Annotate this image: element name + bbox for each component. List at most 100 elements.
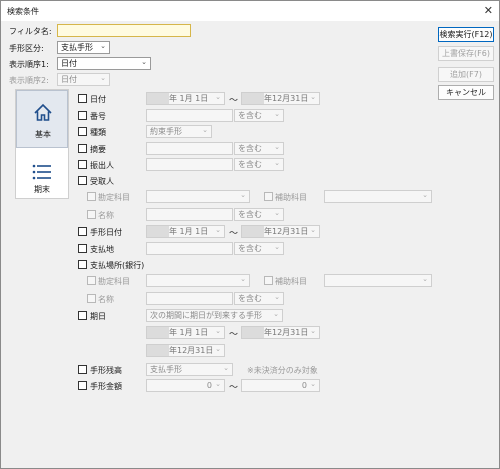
tab-basic-label: 基本 — [35, 130, 51, 139]
pay-location-account-select[interactable]: ⌄ — [146, 274, 250, 287]
issuer-checkbox[interactable] — [78, 160, 87, 169]
pay-location-account-checkbox[interactable] — [87, 276, 96, 285]
due-base-date-field[interactable]: 年12月31日 ⌄ — [146, 344, 225, 357]
payee-subaccount-select[interactable]: ⌄ — [324, 190, 432, 203]
summary-checkbox[interactable] — [78, 144, 87, 153]
payee-subaccount-checkbox[interactable] — [264, 192, 273, 201]
bill-type-label: 手形区分: — [9, 44, 44, 53]
number-input[interactable] — [146, 109, 233, 122]
chevron-down-icon: ⌄ — [223, 364, 229, 372]
tab-period-end[interactable]: 期末 — [16, 152, 68, 210]
balance-note: ※未決済分のみ対象 — [247, 366, 318, 375]
summary-label: 摘要 — [90, 145, 106, 154]
balance-value: 支払手形 — [150, 365, 182, 374]
issuer-match-value: を含む — [238, 160, 262, 169]
search-execute-button[interactable]: 検索実行(F12) — [438, 27, 494, 42]
chevron-down-icon: ⌄ — [202, 126, 208, 134]
chevron-down-icon: ⌄ — [273, 310, 279, 318]
sort-order-2-value: 日付 — [61, 75, 77, 84]
due-date-to-field[interactable]: 年12月31日 ⌄ — [241, 326, 320, 339]
number-checkbox[interactable] — [78, 111, 87, 120]
search-conditions-dialog: 検索条件 ✕ フィルタ名: 手形区分: 支払手形 ⌄ 表示順序1: 日付 ⌄ 表… — [0, 0, 500, 469]
overwrite-save-button[interactable]: 上書保存(F6) — [438, 46, 494, 61]
bill-type-select[interactable]: 支払手形 ⌄ — [57, 41, 110, 54]
due-date-from-text: 年 1月 1日 — [169, 328, 209, 337]
pay-location-subaccount-checkbox[interactable] — [264, 276, 273, 285]
summary-match-select[interactable]: を含む ⌄ — [234, 142, 284, 155]
balance-select[interactable]: 支払手形 ⌄ — [146, 363, 233, 376]
sort-order-2-select[interactable]: 日付 ⌄ — [57, 73, 110, 86]
issuer-input[interactable] — [146, 158, 233, 171]
type-checkbox[interactable] — [78, 127, 87, 136]
balance-checkbox[interactable] — [78, 365, 87, 374]
date-to-field[interactable]: 年12月31日 ⌄ — [241, 92, 320, 105]
balance-label: 手形残高 — [90, 366, 122, 375]
amount-to-input[interactable]: 0 ⌄ — [241, 379, 320, 392]
chevron-down-icon: ⌄ — [274, 143, 280, 151]
chevron-down-icon: ⌄ — [310, 380, 316, 388]
sort-order-1-select[interactable]: 日付 ⌄ — [57, 57, 151, 70]
window-title: 検索条件 — [7, 7, 39, 16]
type-value: 約束手形 — [150, 127, 182, 136]
issuer-match-select[interactable]: を含む ⌄ — [234, 158, 284, 171]
payee-checkbox[interactable] — [78, 176, 87, 185]
pay-location-name-input[interactable] — [146, 292, 233, 305]
due-date-to-text: 年12月31日 — [264, 328, 309, 337]
pay-place-checkbox[interactable] — [78, 244, 87, 253]
chevron-down-icon: ⌄ — [422, 191, 428, 199]
amount-checkbox[interactable] — [78, 381, 87, 390]
close-icon[interactable]: ✕ — [484, 4, 493, 17]
due-label: 期日 — [90, 312, 106, 321]
add-button[interactable]: 追加(F7) — [438, 67, 494, 82]
pay-location-checkbox[interactable] — [78, 260, 87, 269]
payee-name-label: 名称 — [98, 211, 114, 220]
pay-location-name-checkbox[interactable] — [87, 294, 96, 303]
number-label: 番号 — [90, 112, 106, 121]
amount-from-input[interactable]: 0 ⌄ — [146, 379, 225, 392]
tab-basic[interactable]: 基本 — [16, 90, 68, 148]
payee-name-input[interactable] — [146, 208, 233, 221]
pay-location-name-match-select[interactable]: を含む ⌄ — [234, 292, 284, 305]
sort-order-1-label: 表示順序1: — [9, 60, 49, 69]
pay-location-subaccount-label: 補助科目 — [275, 277, 307, 286]
range-tilde: 〜 — [229, 330, 239, 340]
pay-location-subaccount-select[interactable]: ⌄ — [324, 274, 432, 287]
date-from-field[interactable]: 年 1月 1日 ⌄ — [146, 92, 225, 105]
chevron-down-icon: ⌄ — [310, 226, 316, 234]
date-to-text: 年12月31日 — [264, 94, 309, 103]
pay-place-match-value: を含む — [238, 244, 262, 253]
summary-match-value: を含む — [238, 144, 262, 153]
bill-date-from-field[interactable]: 年 1月 1日 ⌄ — [146, 225, 225, 238]
payee-account-label: 勘定科目 — [98, 193, 130, 202]
pay-location-name-match-value: を含む — [238, 294, 262, 303]
bill-date-checkbox[interactable] — [78, 227, 87, 236]
chevron-down-icon: ⌄ — [215, 380, 221, 388]
due-checkbox[interactable] — [78, 311, 87, 320]
home-icon — [33, 103, 53, 125]
filter-name-input[interactable] — [57, 24, 191, 37]
payee-name-match-select[interactable]: を含む ⌄ — [234, 208, 284, 221]
chevron-down-icon: ⌄ — [215, 327, 221, 335]
sort-order-2-label: 表示順序2: — [9, 76, 49, 85]
tab-period-end-label: 期末 — [34, 185, 50, 194]
payee-name-checkbox[interactable] — [87, 210, 96, 219]
cancel-button[interactable]: キャンセル — [438, 85, 494, 100]
pay-place-input[interactable] — [146, 242, 233, 255]
range-tilde: 〜 — [229, 96, 239, 106]
payee-account-select[interactable]: ⌄ — [146, 190, 250, 203]
due-date-from-field[interactable]: 年 1月 1日 ⌄ — [146, 326, 225, 339]
summary-input[interactable] — [146, 142, 233, 155]
number-match-select[interactable]: を含む ⌄ — [234, 109, 284, 122]
date-checkbox[interactable] — [78, 94, 87, 103]
payee-account-checkbox[interactable] — [87, 192, 96, 201]
sort-order-1-value: 日付 — [61, 59, 77, 68]
chevron-down-icon: ⌄ — [274, 110, 280, 118]
pay-place-match-select[interactable]: を含む ⌄ — [234, 242, 284, 255]
type-select[interactable]: 約束手形 ⌄ — [146, 125, 212, 138]
bill-date-to-field[interactable]: 年12月31日 ⌄ — [241, 225, 320, 238]
chevron-down-icon: ⌄ — [274, 159, 280, 167]
due-period-select[interactable]: 次の期間に期日が到来する手形 ⌄ — [146, 309, 283, 322]
date-label: 日付 — [90, 95, 106, 104]
bill-type-value: 支払手形 — [61, 43, 93, 52]
pay-location-name-label: 名称 — [98, 295, 114, 304]
